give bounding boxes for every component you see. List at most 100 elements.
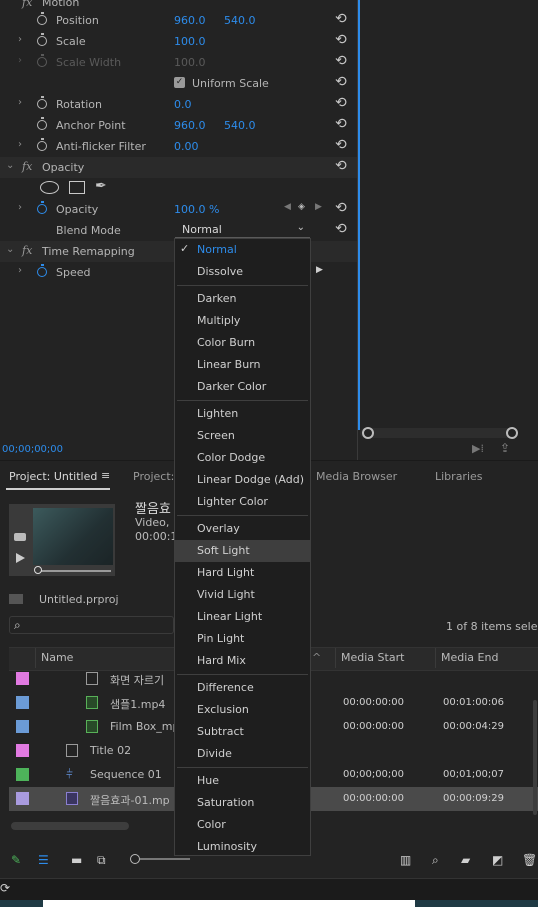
reset-icon[interactable]: ⟲ (335, 138, 347, 152)
fx-icon[interactable]: fx (22, 160, 32, 173)
column-divider[interactable] (435, 648, 436, 668)
reset-icon[interactable]: ⟲ (335, 96, 347, 110)
add-keyframe-icon[interactable]: ◈ (298, 202, 305, 212)
pen-mask-icon[interactable]: ✒ (95, 178, 107, 194)
chevron-down-icon[interactable]: ⌄ (6, 160, 14, 171)
menu-item-dissolve[interactable]: Dissolve (175, 261, 310, 283)
panel-menu-icon[interactable]: ≡ (101, 469, 110, 482)
menu-item-lighter-color[interactable]: Lighter Color (175, 491, 310, 513)
menu-item-linear-dodge-add[interactable]: Linear Dodge (Add) (175, 469, 310, 491)
rotation-value[interactable]: 0.0 (174, 98, 192, 111)
chevron-right-icon[interactable]: › (18, 97, 22, 108)
label-color-swatch[interactable] (16, 696, 29, 709)
tab-libraries[interactable]: Libraries (435, 470, 483, 483)
ellipse-mask-icon[interactable] (40, 181, 59, 194)
vertical-scrollbar[interactable] (533, 700, 537, 815)
menu-item-color-dodge[interactable]: Color Dodge (175, 447, 310, 469)
icon-view-icon[interactable]: ▬ (71, 853, 82, 867)
tab-project-2[interactable]: Project: (133, 470, 174, 483)
pencil-icon[interactable]: ✎ (11, 853, 21, 867)
menu-item-vivid-light[interactable]: Vivid Light (175, 584, 310, 606)
anchor-x[interactable]: 960.0 (174, 119, 206, 132)
menu-item-linear-burn[interactable]: Linear Burn (175, 354, 310, 376)
reset-icon[interactable]: ⟲ (335, 12, 347, 26)
menu-item-subtract[interactable]: Subtract (175, 721, 310, 743)
timecode[interactable]: 00;00;00;00 (2, 444, 63, 455)
zoom-slider-handle[interactable] (130, 854, 140, 864)
menu-item-darker-color[interactable]: Darker Color (175, 376, 310, 398)
menu-item-multiply[interactable]: Multiply (175, 310, 310, 332)
zoom-handle-left[interactable] (362, 427, 374, 439)
chevron-right-icon[interactable]: › (18, 34, 22, 45)
menu-item-normal[interactable]: ✓ Normal (175, 239, 310, 261)
export-frame-icon[interactable]: ⇪ (500, 441, 510, 455)
chevron-down-icon[interactable]: ⌄ (6, 244, 14, 255)
stopwatch-icon[interactable] (37, 138, 47, 151)
scrubber-handle[interactable] (34, 566, 42, 574)
timeline-zoom-scrollbar[interactable] (360, 427, 518, 439)
menu-item-difference[interactable]: Difference (175, 677, 310, 699)
menu-item-hard-mix[interactable]: Hard Mix (175, 650, 310, 672)
reset-icon[interactable]: ⟲ (335, 33, 347, 47)
reset-icon[interactable]: ⟲ (335, 117, 347, 131)
thumbnail-scrubber[interactable] (35, 570, 111, 572)
previous-keyframe-icon[interactable]: ◀ (284, 202, 291, 212)
column-media-end[interactable]: Media End (441, 651, 498, 664)
scale-value[interactable]: 100.0 (174, 35, 206, 48)
menu-item-divide[interactable]: Divide (175, 743, 310, 765)
menu-item-screen[interactable]: Screen (175, 425, 310, 447)
menu-item-color-burn[interactable]: Color Burn (175, 332, 310, 354)
menu-item-saturation[interactable]: Saturation (175, 792, 310, 814)
next-keyframe-icon[interactable]: ▶ (316, 265, 323, 275)
next-keyframe-icon[interactable]: ▶ (315, 202, 322, 212)
find-icon[interactable]: ⌕ (432, 853, 439, 868)
stopwatch-icon[interactable] (37, 12, 47, 25)
rectangle-mask-icon[interactable] (69, 181, 85, 194)
menu-item-darken[interactable]: Darken (175, 288, 310, 310)
stopwatch-icon[interactable] (37, 117, 47, 130)
blend-mode-select[interactable]: Normal ⌄ (175, 221, 310, 238)
stopwatch-icon[interactable] (37, 96, 47, 109)
chevron-right-icon[interactable]: › (18, 202, 22, 213)
chevron-right-icon[interactable]: › (18, 265, 22, 276)
new-bin-icon[interactable]: ▰ (461, 853, 470, 867)
column-media-start[interactable]: Media Start (341, 651, 404, 664)
opacity-section[interactable]: ⌄ fx Opacity ⟲ (0, 157, 357, 178)
menu-item-color[interactable]: Color (175, 814, 310, 836)
reset-icon[interactable]: ⟲ (335, 54, 347, 68)
chevron-right-icon[interactable]: › (18, 139, 22, 150)
anti-flicker-value[interactable]: 0.00 (174, 140, 199, 153)
reset-icon[interactable]: ⟲ (335, 222, 347, 236)
trash-icon[interactable]: 🗑 (522, 853, 537, 867)
sort-icon[interactable]: ^ (312, 651, 321, 664)
play-audio-icon[interactable]: ▶⁞ (472, 442, 484, 455)
automate-to-sequence-icon[interactable]: ▥ (400, 853, 411, 867)
menu-item-linear-light[interactable]: Linear Light (175, 606, 310, 628)
horizontal-scrollbar[interactable] (11, 822, 129, 830)
column-divider[interactable] (35, 648, 36, 668)
menu-item-lighten[interactable]: Lighten (175, 403, 310, 425)
zoom-handle-right[interactable] (506, 427, 518, 439)
zoom-slider-track[interactable] (140, 858, 190, 860)
menu-item-hue[interactable]: Hue (175, 770, 310, 792)
menu-item-pin-light[interactable]: Pin Light (175, 628, 310, 650)
playhead[interactable] (358, 0, 360, 430)
fx-icon[interactable]: fx (22, 244, 32, 257)
position-x[interactable]: 960.0 (174, 14, 206, 27)
tab-project-untitled[interactable]: Project: Untitled (9, 470, 97, 483)
stopwatch-icon[interactable] (37, 33, 47, 46)
label-color-swatch[interactable] (16, 672, 29, 685)
menu-item-luminosity[interactable]: Luminosity (175, 836, 310, 858)
menu-item-hard-light[interactable]: Hard Light (175, 562, 310, 584)
stopwatch-icon[interactable] (37, 201, 47, 214)
label-color-swatch[interactable] (16, 720, 29, 733)
menu-item-overlay[interactable]: Overlay (175, 518, 310, 540)
uniform-scale-checkbox[interactable]: ✓ (174, 77, 185, 88)
reset-icon[interactable]: ⟲ (335, 159, 347, 173)
label-color-swatch[interactable] (16, 744, 29, 757)
label-color-swatch[interactable] (16, 768, 29, 781)
list-view-icon[interactable]: ☰ (38, 853, 49, 867)
anchor-y[interactable]: 540.0 (224, 119, 256, 132)
label-color-swatch[interactable] (16, 792, 29, 805)
menu-item-exclusion[interactable]: Exclusion (175, 699, 310, 721)
